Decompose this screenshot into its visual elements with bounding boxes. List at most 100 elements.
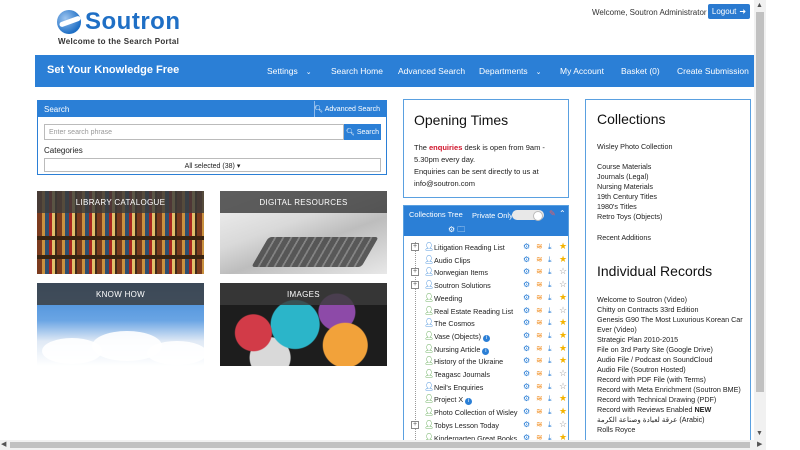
tree-item[interactable]: 👤︎ History of the Ukraine ⚙ ≋ ⤓ ★ bbox=[404, 355, 568, 368]
tree-item[interactable]: + 👤︎ Litigation Reading List ⚙ ≋ ⤓ ★ bbox=[404, 241, 568, 254]
expand-icon[interactable]: + bbox=[411, 281, 419, 290]
favourite-star-icon[interactable]: ★ bbox=[559, 292, 567, 303]
advanced-search-link[interactable]: 🔍︎ Advanced Search bbox=[314, 105, 380, 113]
tree-item-label[interactable]: Audio Clips bbox=[434, 256, 470, 265]
tree-item[interactable]: 👤︎ Weeding ⚙ ≋ ⤓ ★ bbox=[404, 292, 568, 305]
horizontal-scrollbar[interactable]: ◀ ▶ bbox=[0, 440, 766, 450]
tree-item[interactable]: 👤︎ Neil's Enquiries ⚙ ≋ ⤓ ☆ bbox=[404, 381, 568, 394]
record-link[interactable]: Record with PDF File (with Terms) bbox=[597, 375, 706, 384]
collection-link[interactable]: Wisley Photo Collection bbox=[597, 142, 673, 151]
tree-item-label[interactable]: The Cosmos bbox=[434, 319, 475, 328]
soutron-logo[interactable]: Soutron bbox=[57, 8, 180, 36]
download-icon[interactable]: ⤓ bbox=[548, 420, 552, 430]
gear-icon[interactable]: ⚙ bbox=[523, 344, 530, 353]
tree-item[interactable]: 👤︎ Real Estate Reading List ⚙ ≋ ⤓ ☆ bbox=[404, 305, 568, 318]
categories-select[interactable]: All selected (38) ▾ bbox=[44, 158, 381, 172]
gear-icon[interactable]: ⚙ bbox=[523, 267, 530, 276]
favourite-star-icon[interactable]: ★ bbox=[559, 343, 567, 354]
favourite-star-icon[interactable]: ☆ bbox=[559, 419, 567, 430]
download-icon[interactable]: ⤓ bbox=[548, 318, 552, 328]
contact-email[interactable]: info@soutron.com bbox=[414, 179, 475, 188]
gear-icon[interactable]: ⚙ bbox=[523, 356, 530, 365]
know-how-tile[interactable]: KNOW HOW bbox=[37, 283, 204, 366]
tree-item[interactable]: + 👤︎ Soutron Solutions ⚙ ≋ ⤓ ☆ bbox=[404, 279, 568, 292]
record-link[interactable]: Genesis G90 The Most Luxurious Korean Ca… bbox=[597, 315, 743, 324]
search-button[interactable]: 🔍︎ Search bbox=[344, 124, 381, 140]
gear-icon[interactable]: ⚙ bbox=[523, 318, 530, 327]
download-icon[interactable]: ⤓ bbox=[548, 255, 552, 265]
gear-icon[interactable]: ⚙ bbox=[523, 242, 530, 251]
tree-item-label[interactable]: Teagasc Journals bbox=[434, 370, 490, 379]
gear-icon[interactable]: ⚙ bbox=[523, 394, 530, 403]
tree-item-label[interactable]: Soutron Solutions bbox=[434, 281, 491, 290]
download-icon[interactable]: ⤓ bbox=[548, 394, 552, 404]
record-link[interactable]: Record with Reviews Enabled NEW bbox=[597, 405, 711, 414]
info-icon[interactable]: i bbox=[483, 334, 490, 342]
tree-item-label[interactable]: Norwegian Items bbox=[434, 268, 488, 277]
record-link[interactable]: Rolls Royce bbox=[597, 425, 635, 434]
gear-icon[interactable]: ⚙ bbox=[523, 293, 530, 302]
rss-icon[interactable]: ≋ bbox=[536, 306, 543, 315]
favourite-star-icon[interactable]: ★ bbox=[559, 254, 567, 265]
settings-icons[interactable]: ⚙ 🗀 bbox=[448, 224, 465, 238]
rss-icon[interactable]: ≋ bbox=[536, 318, 543, 327]
scroll-left-icon[interactable]: ◀ bbox=[1, 440, 6, 448]
expand-icon[interactable]: + bbox=[411, 420, 419, 429]
nav-settings[interactable]: Settings ⌄ bbox=[267, 66, 312, 76]
tree-item[interactable]: + 👤︎ Norwegian Items ⚙ ≋ ⤓ ☆ bbox=[404, 266, 568, 279]
gear-icon[interactable]: ⚙ bbox=[523, 407, 530, 416]
info-icon[interactable]: i bbox=[482, 347, 490, 355]
record-link[interactable]: Record with Technical Drawing (PDF) bbox=[597, 395, 716, 404]
record-link[interactable]: Chitty on Contracts 33rd Edition bbox=[597, 305, 698, 314]
collection-link[interactable]: Retro Toys (Objects) bbox=[597, 212, 662, 221]
collection-link[interactable]: 1980's Titles bbox=[597, 202, 637, 211]
nav-create-submission[interactable]: Create Submission bbox=[677, 66, 749, 76]
favourite-star-icon[interactable]: ★ bbox=[559, 355, 567, 366]
rss-icon[interactable]: ≋ bbox=[536, 394, 543, 403]
scroll-right-icon[interactable]: ▶ bbox=[757, 440, 762, 448]
record-link[interactable]: Record with Meta Enrichment (Soutron BME… bbox=[597, 385, 741, 394]
library-catalogue-tile[interactable]: LIBRARY CATALOGUE bbox=[37, 191, 204, 274]
collection-link[interactable]: Journals (Legal) bbox=[597, 172, 649, 181]
gear-icon[interactable]: ⚙ bbox=[523, 255, 530, 264]
tree-item-label[interactable]: Tobys Lesson Today bbox=[434, 421, 499, 430]
rss-icon[interactable]: ≋ bbox=[536, 356, 543, 365]
collection-link[interactable]: 19th Century Titles bbox=[597, 192, 657, 201]
download-icon[interactable]: ⤓ bbox=[548, 331, 552, 341]
tree-item[interactable]: 👤︎ Vase (Objects) i ⚙ ≋ ⤓ ★ bbox=[404, 330, 568, 343]
rss-icon[interactable]: ≋ bbox=[536, 280, 543, 289]
favourite-star-icon[interactable]: ☆ bbox=[559, 266, 567, 277]
favourite-star-icon[interactable]: ★ bbox=[559, 241, 567, 252]
nav-departments[interactable]: Departments ⌄ bbox=[479, 66, 542, 76]
tree-item[interactable]: 👤︎ Photo Collection of Wisley ⚙ ≋ ⤓ ★ bbox=[404, 406, 568, 419]
gear-icon[interactable]: ⚙ bbox=[523, 382, 530, 391]
collection-link[interactable]: Course Materials bbox=[597, 162, 651, 171]
record-link[interactable]: Audio File (Soutron Hosted) bbox=[597, 365, 686, 374]
favourite-star-icon[interactable]: ☆ bbox=[559, 279, 567, 290]
rss-icon[interactable]: ≋ bbox=[536, 242, 543, 251]
images-tile[interactable]: IMAGES bbox=[220, 283, 387, 366]
tree-item[interactable]: 👤︎ The Cosmos ⚙ ≋ ⤓ ★ bbox=[404, 317, 568, 330]
tree-item[interactable]: 👤︎ Project Xi ⚙ ≋ ⤓ ★ bbox=[404, 393, 568, 406]
tree-item[interactable]: 👤︎ Audio Clips ⚙ ≋ ⤓ ★ bbox=[404, 254, 568, 267]
tree-item-label[interactable]: Vase (Objects) i bbox=[434, 332, 490, 342]
info-icon[interactable]: i bbox=[465, 398, 473, 406]
logout-button[interactable]: Logout ➜ bbox=[708, 4, 750, 19]
private-only-toggle[interactable] bbox=[512, 210, 544, 221]
nav-my-account[interactable]: My Account bbox=[560, 66, 604, 76]
tree-item-label[interactable]: Real Estate Reading List bbox=[434, 307, 513, 316]
gear-icon[interactable]: ⚙ bbox=[523, 280, 530, 289]
nav-advanced-search[interactable]: Advanced Search bbox=[398, 66, 465, 76]
record-link[interactable]: Audio File / Podcast on SoundCloud bbox=[597, 355, 712, 364]
tree-item-label[interactable]: Project Xi bbox=[434, 395, 473, 406]
download-icon[interactable]: ⤓ bbox=[548, 356, 552, 366]
download-icon[interactable]: ⤓ bbox=[548, 306, 552, 316]
search-input[interactable]: Enter search phrase bbox=[44, 124, 344, 140]
rss-icon[interactable]: ≋ bbox=[536, 255, 543, 264]
collection-link[interactable]: Recent Additions bbox=[597, 233, 651, 242]
favourite-star-icon[interactable]: ★ bbox=[559, 317, 567, 328]
scroll-down-icon[interactable]: ▼ bbox=[756, 430, 763, 437]
scroll-up-icon[interactable]: ▲ bbox=[756, 2, 763, 9]
rss-icon[interactable]: ≋ bbox=[536, 267, 543, 276]
favourite-star-icon[interactable]: ★ bbox=[559, 406, 567, 417]
